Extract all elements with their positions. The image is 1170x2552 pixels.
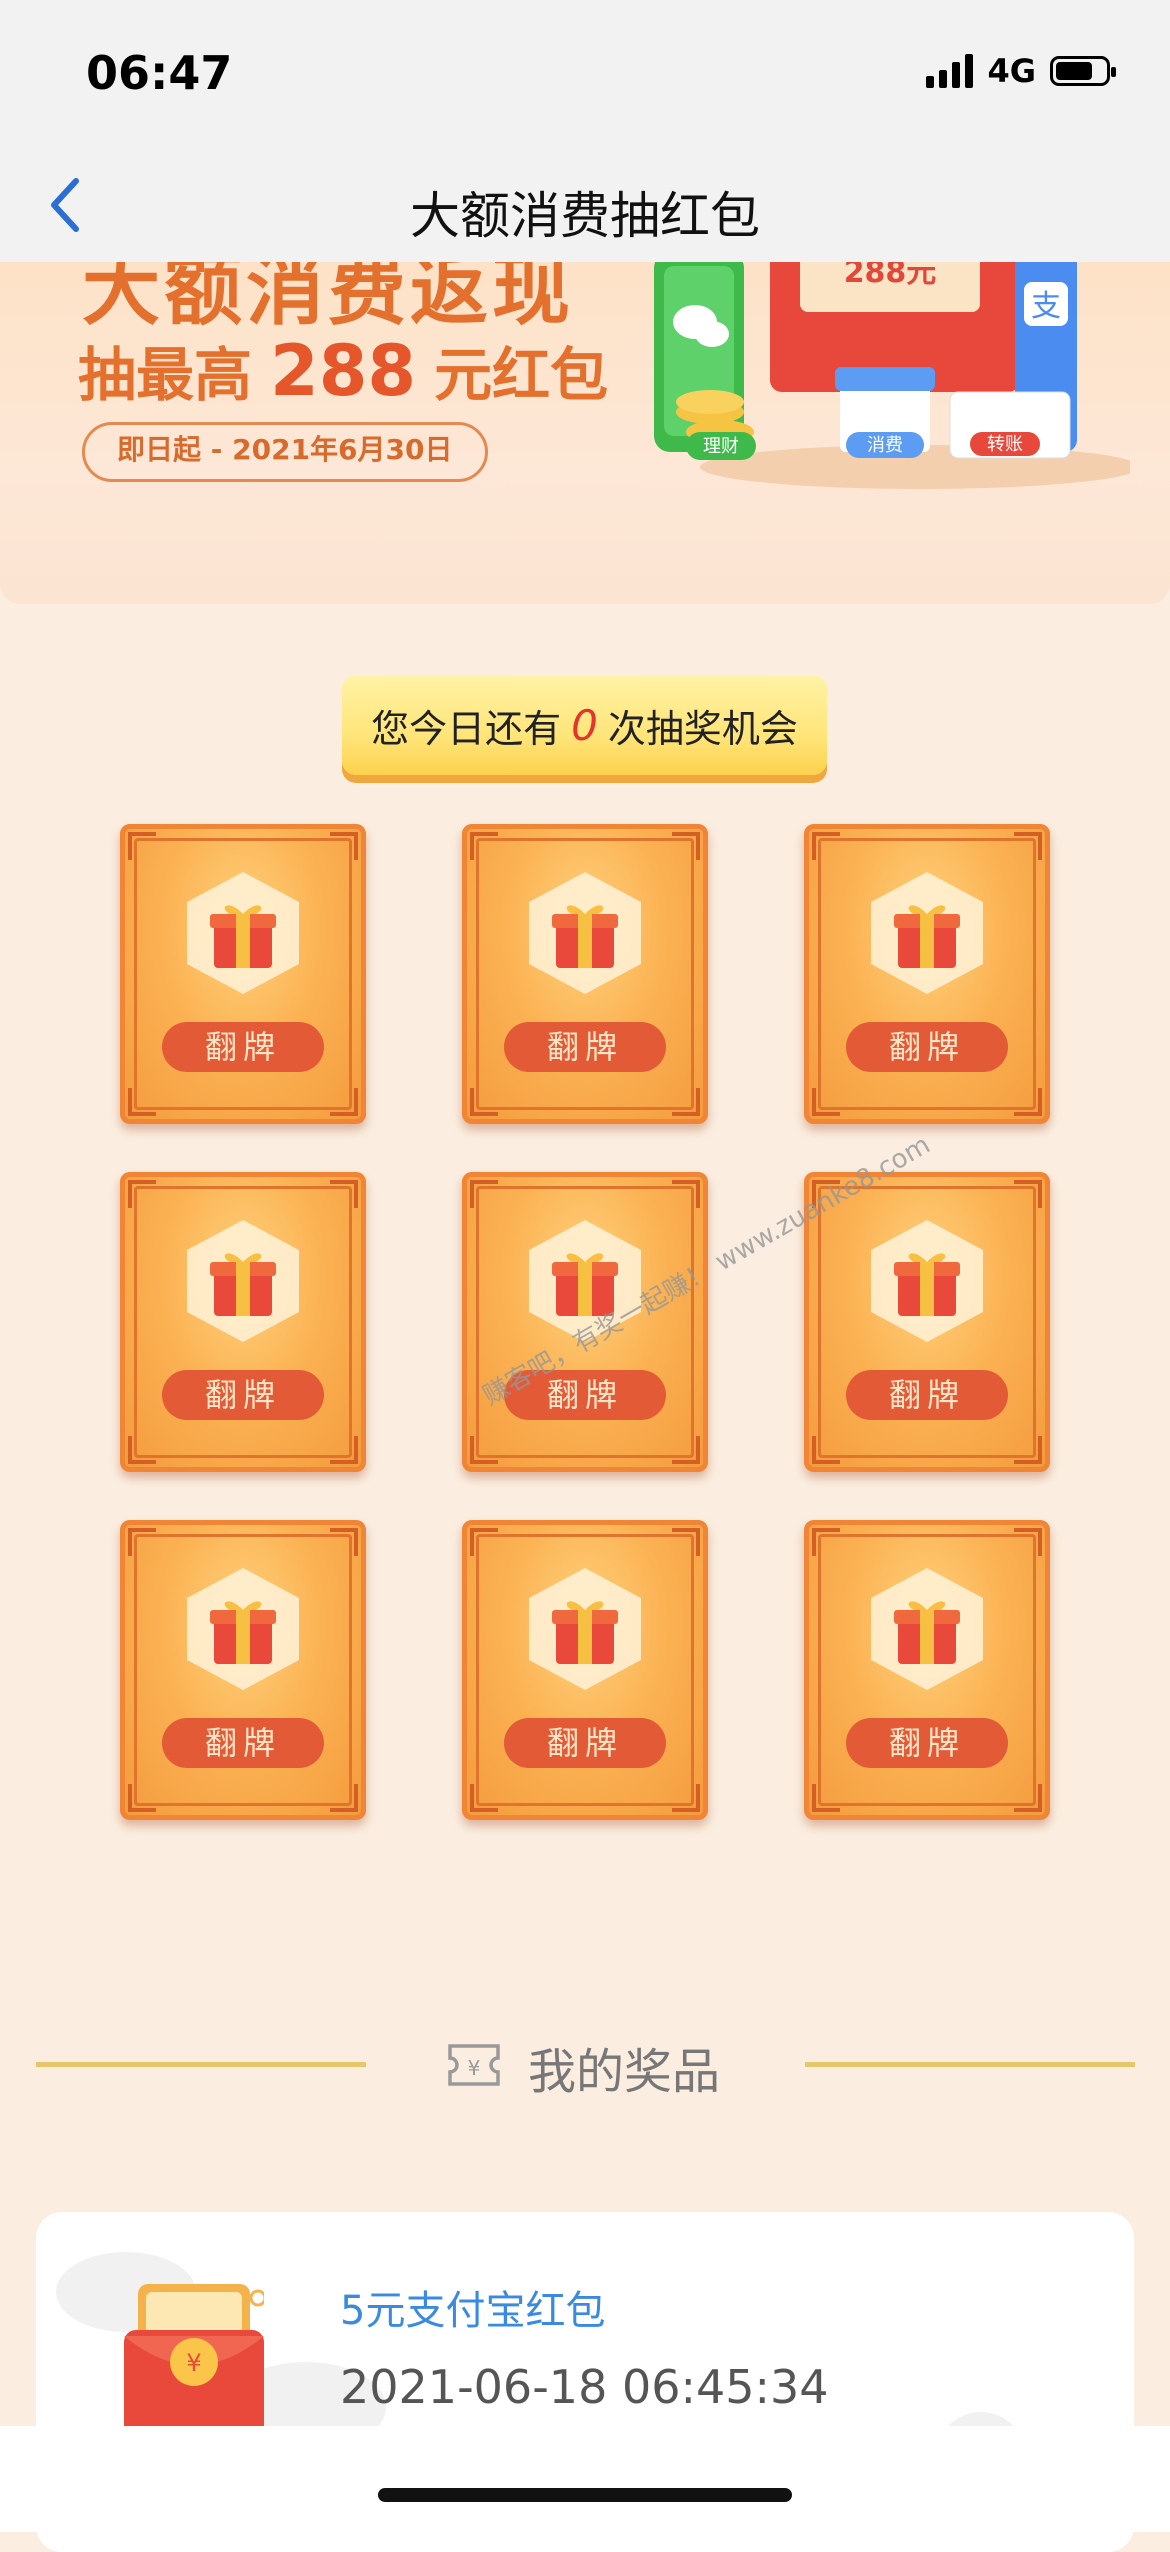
chance-suffix: 次抽奖机会 bbox=[607, 706, 798, 751]
prize-name: 5元支付宝红包 bbox=[340, 2288, 606, 2334]
flip-card[interactable]: 翻牌 bbox=[804, 1172, 1050, 1472]
banner-tag-1: 消费 bbox=[867, 435, 903, 456]
chance-prefix: 您今日还有 bbox=[371, 706, 562, 751]
gift-icon bbox=[871, 1568, 983, 1690]
banner-subtitle: 抽最高 288 元红包 bbox=[78, 328, 608, 412]
prize-time: 2021-06-18 06:45:34 bbox=[340, 2360, 829, 2414]
svg-text:¥: ¥ bbox=[468, 2056, 481, 2080]
nav-bar: 大额消费抽红包 bbox=[0, 150, 1170, 262]
flip-card[interactable]: 翻牌 bbox=[462, 824, 708, 1124]
gift-icon bbox=[871, 1220, 983, 1342]
home-indicator[interactable] bbox=[378, 2488, 792, 2502]
flip-card-button[interactable]: 翻牌 bbox=[846, 1718, 1008, 1768]
gift-icon bbox=[529, 872, 641, 994]
banner-tag-0: 理财 bbox=[703, 436, 739, 457]
divider-line bbox=[805, 2062, 1135, 2067]
banner-sub-amount: 288 bbox=[270, 330, 417, 412]
flip-card[interactable]: 翻牌 bbox=[462, 1520, 708, 1820]
svg-text:¥: ¥ bbox=[186, 2349, 201, 2377]
signal-icon bbox=[926, 54, 974, 88]
gift-icon bbox=[187, 1568, 299, 1690]
flip-card-button[interactable]: 翻牌 bbox=[162, 1022, 324, 1072]
banner-date-range: 即日起 - 2021年6月30日 bbox=[82, 422, 488, 482]
banner-tag-2: 转账 bbox=[987, 434, 1023, 455]
svg-text:支: 支 bbox=[1031, 289, 1061, 324]
promo-banner: 大额消费返现 抽最高 288 元红包 即日起 - 2021年6月30日 288元… bbox=[0, 262, 1170, 604]
page-title: 大额消费抽红包 bbox=[410, 187, 760, 245]
flip-card-button[interactable]: 翻牌 bbox=[504, 1718, 666, 1768]
ticket-icon: ¥ bbox=[448, 2044, 500, 2086]
flip-card-button[interactable]: 翻牌 bbox=[504, 1022, 666, 1072]
draw-chances-badge: 您今日还有 0 次抽奖机会 bbox=[342, 675, 827, 775]
gift-icon bbox=[529, 1568, 641, 1690]
network-label: 4G bbox=[987, 52, 1036, 90]
status-time: 06:47 bbox=[86, 46, 233, 100]
home-bar bbox=[0, 2426, 1170, 2532]
battery-icon bbox=[1050, 56, 1116, 86]
my-prizes-title: 我的奖品 bbox=[528, 2044, 721, 2100]
banner-sub-prefix: 抽最高 bbox=[78, 341, 253, 409]
status-icons: 4G bbox=[926, 52, 1116, 90]
status-bar: 06:47 4G bbox=[0, 0, 1170, 150]
flip-card-button[interactable]: 翻牌 bbox=[162, 1370, 324, 1420]
divider-line bbox=[36, 2062, 366, 2067]
chance-count: 0 bbox=[571, 700, 598, 750]
flip-card-button[interactable]: 翻牌 bbox=[846, 1022, 1008, 1072]
banner-illustration: 288元 支 理财 消费 转账 bbox=[654, 262, 1130, 489]
flip-card[interactable]: 翻牌 bbox=[120, 1172, 366, 1472]
flip-card[interactable]: 翻牌 bbox=[120, 824, 366, 1124]
gift-icon bbox=[187, 872, 299, 994]
flip-card[interactable]: 翻牌 bbox=[804, 1520, 1050, 1820]
gift-icon bbox=[871, 872, 983, 994]
flip-card-button[interactable]: 翻牌 bbox=[846, 1370, 1008, 1420]
banner-sub-suffix: 元红包 bbox=[434, 341, 609, 409]
flip-card[interactable]: 翻牌 bbox=[804, 824, 1050, 1124]
gift-icon bbox=[187, 1220, 299, 1342]
flip-card[interactable]: 翻牌 bbox=[120, 1520, 366, 1820]
my-prizes-header: ¥ 我的奖品 bbox=[0, 2028, 1170, 2100]
banner-amount-tag: 288元 bbox=[844, 262, 937, 290]
flip-card-button[interactable]: 翻牌 bbox=[162, 1718, 324, 1768]
